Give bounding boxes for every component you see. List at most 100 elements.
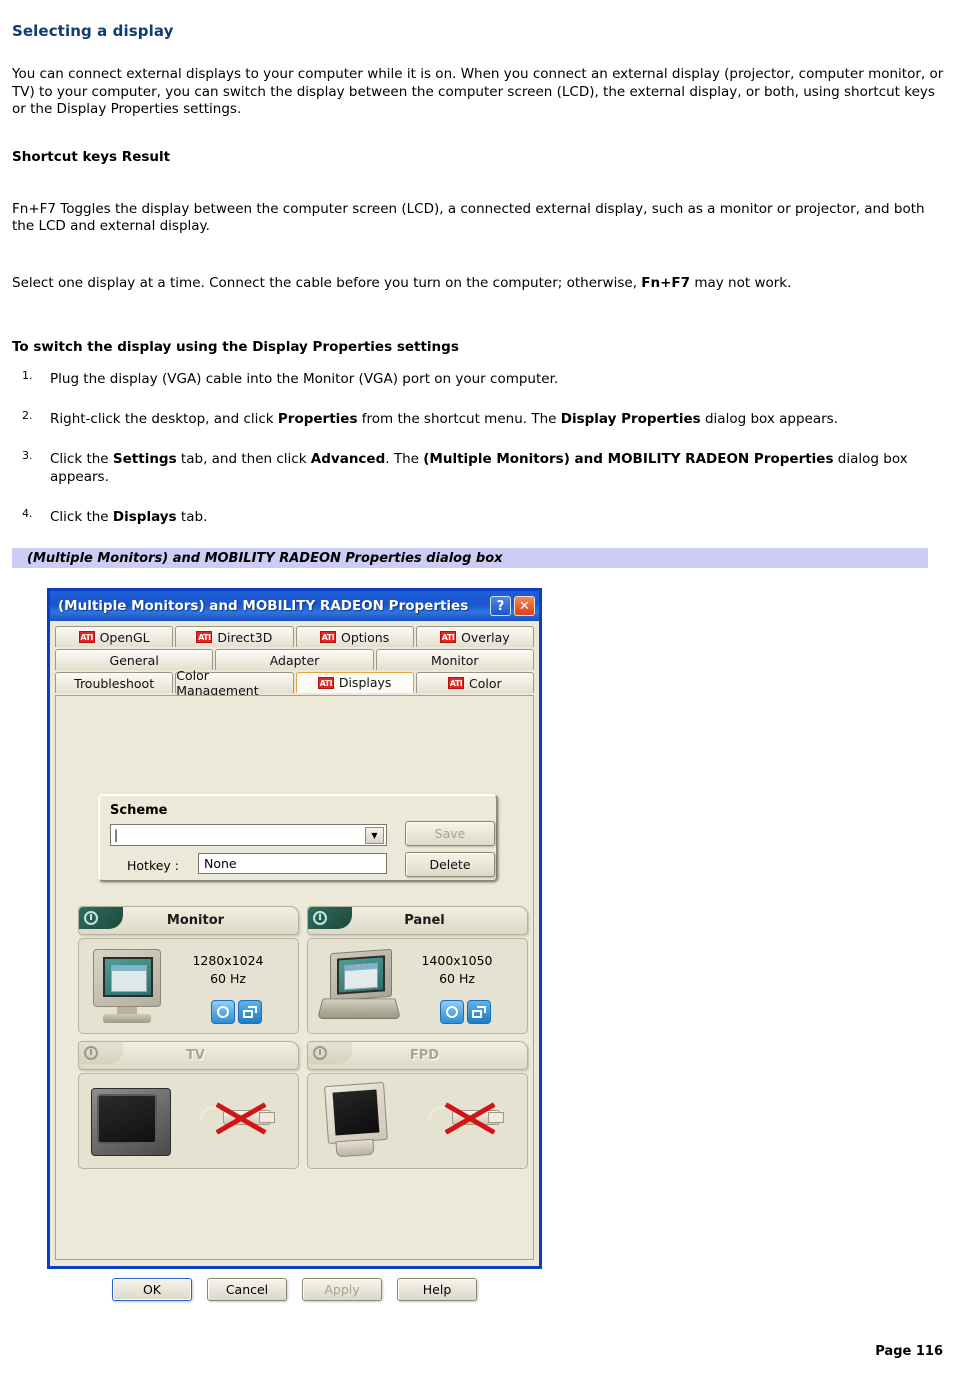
display-device-panel[interactable]: Panel 1400x1050 60 Hz — [307, 906, 528, 1034]
tab-label: Color — [469, 675, 502, 691]
tab-opengl[interactable]: ATI OpenGL — [55, 626, 174, 647]
cancel-button[interactable]: Cancel — [207, 1277, 287, 1301]
extend-display-icon[interactable] — [467, 1000, 491, 1024]
step-text: . The — [385, 450, 424, 467]
tab-troubleshoot[interactable]: Troubleshoot — [55, 672, 174, 693]
dialog-titlebar[interactable]: (Multiple Monitors) and MOBILITY RADEON … — [50, 591, 539, 621]
tv-icon — [89, 1082, 175, 1164]
step-text: tab. — [176, 508, 208, 525]
ati-logo-icon: ATI — [317, 676, 334, 689]
ati-logo-icon: ATI — [78, 631, 95, 643]
dialog-button-bar: OK Cancel Apply Help — [56, 1269, 533, 1309]
note-bold: Fn+F7 — [641, 274, 691, 291]
note-prefix: Select one display at a time. Connect th… — [12, 274, 642, 291]
help-icon[interactable]: ? — [490, 596, 511, 616]
tab-label: OpenGL — [99, 629, 150, 645]
display-device-name: FPD — [409, 1048, 440, 1063]
shortcut-keys-row: Fn+F7 Toggles the display between the co… — [12, 200, 925, 235]
disconnected-cable-icon — [428, 1098, 514, 1138]
figure-caption-text: (Multiple Monitors) and MOBILITY RADEON … — [27, 550, 503, 566]
primary-display-icon[interactable] — [211, 1000, 235, 1024]
display-device-body — [78, 1073, 299, 1169]
tab-color[interactable]: ATI Color — [415, 672, 534, 693]
device-artwork — [318, 1081, 398, 1164]
tab-label: Monitor — [431, 652, 479, 668]
page-number: Page 116 — [875, 1344, 943, 1359]
tab-label: Direct3D — [217, 629, 273, 645]
chevron-down-icon[interactable]: ▼ — [365, 827, 384, 844]
step-text: Click the — [50, 450, 113, 467]
display-device-monitor[interactable]: Monitor 1280x1024 60 Hz — [78, 906, 299, 1034]
close-icon[interactable]: ✕ — [514, 596, 535, 616]
step-item: Click the Displays tab. — [22, 507, 954, 527]
tab-label: Options — [341, 629, 390, 645]
display-refresh-rate: 60 Hz — [439, 971, 475, 987]
tab-monitor[interactable]: Monitor — [375, 649, 534, 670]
display-device-body: 1400x1050 60 Hz — [307, 938, 528, 1034]
step-emphasis: Display Properties — [560, 411, 701, 428]
multiple-monitors-radeon-properties-dialog: (Multiple Monitors) and MOBILITY RADEON … — [47, 588, 542, 1301]
step-item: Click the Settings tab, and then click A… — [22, 449, 954, 487]
tab-label: Troubleshoot — [74, 675, 155, 691]
scheme-combobox[interactable]: | ▼ — [110, 824, 387, 846]
display-mode-buttons — [440, 1000, 491, 1024]
step-text: dialog box appears. — [700, 411, 839, 428]
delete-button[interactable]: Delete — [405, 852, 495, 877]
device-artwork — [89, 1082, 175, 1164]
primary-display-icon[interactable] — [440, 1000, 464, 1024]
scheme-combobox-value: | — [114, 828, 119, 842]
step-emphasis: Settings — [112, 450, 177, 467]
display-device-name: TV — [186, 1048, 205, 1063]
laptop-panel-icon — [317, 947, 401, 1027]
tab-displays[interactable]: ATI Displays — [295, 672, 414, 693]
tab-adapter[interactable]: Adapter — [215, 649, 374, 670]
tab-general[interactable]: General — [55, 649, 214, 670]
ati-logo-icon: ATI — [440, 631, 457, 643]
power-icon[interactable] — [308, 1042, 352, 1064]
power-icon[interactable] — [79, 1042, 123, 1064]
step-text: Right-click the desktop, and click — [50, 411, 278, 428]
ok-button[interactable]: OK — [112, 1277, 192, 1301]
power-icon[interactable] — [308, 907, 352, 929]
hotkey-input[interactable]: None — [198, 853, 387, 874]
tab-row: General Adapter Monitor — [55, 649, 534, 670]
device-artwork — [89, 947, 167, 1027]
ati-logo-icon: ATI — [196, 631, 213, 643]
red-x-icon — [215, 1100, 267, 1136]
figure-caption-banner: (Multiple Monitors) and MOBILITY RADEON … — [12, 548, 928, 569]
scheme-group: Scheme | ▼ Hotkey : None Save Delete — [98, 794, 498, 882]
scheme-group-label: Scheme — [110, 803, 168, 818]
tab-options[interactable]: ATI Options — [295, 626, 414, 647]
flat-panel-icon — [318, 1081, 398, 1164]
tab-label: Adapter — [269, 652, 320, 668]
display-device-fpd[interactable]: FPD — [307, 1041, 528, 1169]
display-refresh-rate: 60 Hz — [210, 971, 246, 987]
display-device-header: FPD — [307, 1041, 528, 1070]
display-device-name: Monitor — [166, 913, 225, 928]
help-button[interactable]: Help — [397, 1277, 477, 1301]
step-item: Right-click the desktop, and click Prope… — [22, 409, 954, 429]
display-device-body: 1280x1024 60 Hz — [78, 938, 299, 1034]
display-device-header: TV — [78, 1041, 299, 1070]
dialog-body: ATI OpenGL ATI Direct3D ATI Options ATI Overlay… — [50, 621, 539, 1301]
display-device-name: Panel — [404, 913, 445, 928]
display-mode-info: 1280x1024 60 Hz — [172, 952, 284, 988]
step-item: Plug the display (VGA) cable into the Mo… — [22, 369, 954, 389]
tab-overlay[interactable]: ATI Overlay — [415, 626, 534, 647]
display-devices-grid: Monitor 1280x1024 60 Hz Panel 1400x1050 60 Hz… — [78, 906, 528, 1169]
display-device-tv[interactable]: TV — [78, 1041, 299, 1169]
step-emphasis: Advanced — [310, 450, 386, 467]
crt-monitor-icon — [89, 947, 167, 1027]
steps-list: Plug the display (VGA) cable into the Mo… — [6, 369, 954, 527]
tab-label: Displays — [338, 675, 392, 690]
save-button[interactable]: Save — [405, 821, 495, 846]
apply-button: Apply — [302, 1277, 382, 1301]
tab-row: Troubleshoot Color Management ATI Displays A… — [55, 668, 534, 698]
tab-direct3d[interactable]: ATI Direct3D — [175, 626, 294, 647]
note-paragraph: Select one display at a time. Connect th… — [12, 275, 947, 293]
red-x-icon — [444, 1100, 496, 1136]
power-icon[interactable] — [79, 907, 123, 929]
extend-display-icon[interactable] — [238, 1000, 262, 1024]
tab-color-management[interactable]: Color Management — [175, 668, 294, 698]
steps-heading: To switch the display using the Display … — [12, 339, 459, 356]
